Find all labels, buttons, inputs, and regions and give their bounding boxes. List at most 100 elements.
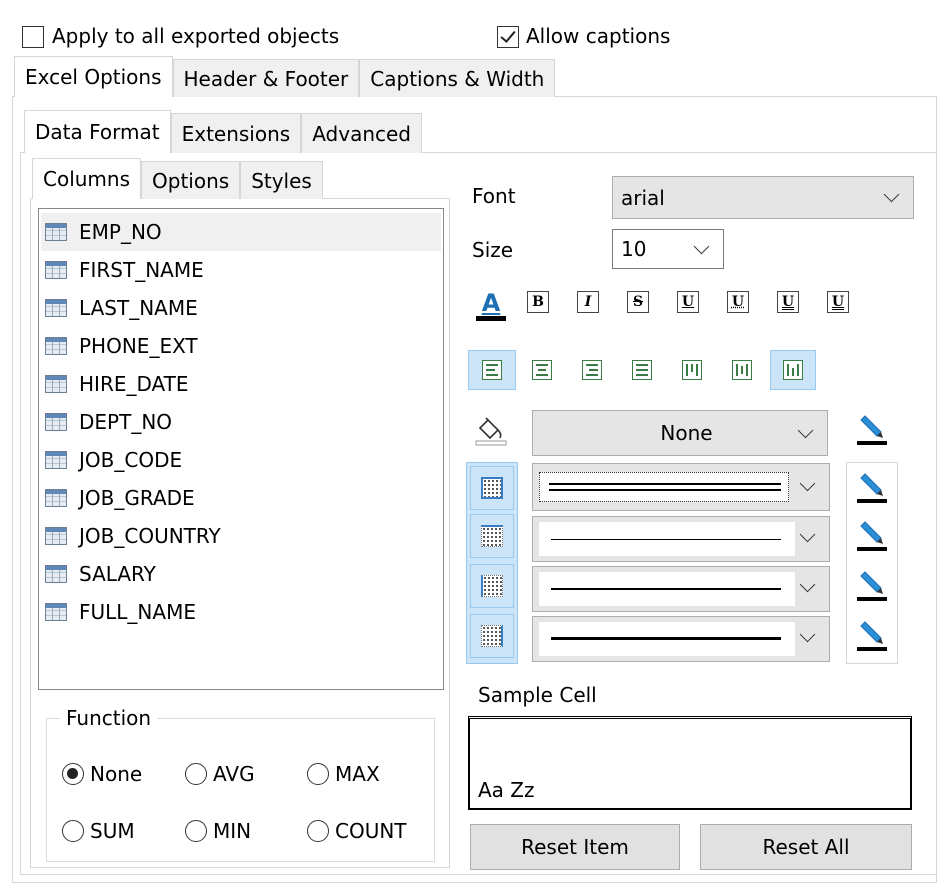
- table-column-icon: [45, 489, 67, 507]
- valign-bottom-button[interactable]: [770, 350, 816, 390]
- tab-styles[interactable]: Styles: [240, 161, 323, 199]
- radio-avg[interactable]: [185, 763, 207, 785]
- list-item[interactable]: HIRE_DATE: [41, 365, 441, 403]
- border-style-select-4[interactable]: [532, 616, 830, 662]
- valign-top-button[interactable]: [678, 356, 706, 384]
- border-right-button[interactable]: [470, 614, 514, 658]
- chevron-down-icon: [799, 526, 816, 543]
- table-column-icon: [45, 603, 67, 621]
- list-item[interactable]: FULL_NAME: [41, 593, 441, 631]
- align-justify-button[interactable]: [628, 356, 656, 384]
- tab-extensions[interactable]: Extensions: [170, 113, 302, 153]
- radio-max-label: MAX: [335, 762, 380, 786]
- border-left-button[interactable]: [470, 564, 514, 608]
- strikethrough-button[interactable]: S: [624, 288, 652, 316]
- columns-list[interactable]: EMP_NO FIRST_NAME LAST_NAME PHONE_EXT HI…: [38, 208, 444, 690]
- italic-button[interactable]: I: [574, 288, 602, 316]
- list-item[interactable]: SALARY: [41, 555, 441, 593]
- table-column-icon: [45, 299, 67, 317]
- double-underline-button[interactable]: U: [774, 288, 802, 316]
- tab-advanced[interactable]: Advanced: [301, 113, 422, 153]
- tab-captions-width[interactable]: Captions & Width: [359, 59, 556, 97]
- apply-all-checkbox[interactable]: [22, 26, 44, 48]
- font-color-icon: A: [481, 288, 501, 317]
- main-tabs: Excel Options Header & Footer Captions &…: [14, 56, 556, 97]
- table-column-icon: [45, 565, 67, 583]
- tab-data-format[interactable]: Data Format: [24, 110, 171, 153]
- font-color-button[interactable]: A: [474, 286, 508, 324]
- align-right-button[interactable]: [578, 356, 606, 384]
- tab-header-footer[interactable]: Header & Footer: [172, 59, 360, 97]
- radio-none[interactable]: [62, 763, 84, 785]
- font-color-bar: [476, 315, 506, 321]
- thin-line-sample: [551, 539, 781, 540]
- tab-options[interactable]: Options: [141, 161, 241, 199]
- align-justify-icon: [632, 360, 652, 380]
- radio-min-label: MIN: [213, 819, 252, 843]
- list-item[interactable]: JOB_CODE: [41, 441, 441, 479]
- border-style-sample-1: [539, 472, 789, 502]
- size-select[interactable]: 10: [612, 229, 724, 269]
- function-group-title: Function: [60, 706, 158, 730]
- allow-captions-label: Allow captions: [526, 24, 671, 48]
- tab-excel-options[interactable]: Excel Options: [14, 56, 173, 97]
- pen-color-icon[interactable]: [855, 412, 889, 446]
- border-top-icon: [481, 525, 503, 547]
- align-center-button[interactable]: [528, 356, 556, 384]
- radio-avg-label: AVG: [213, 762, 255, 786]
- table-column-icon: [45, 451, 67, 469]
- pen-color-icon[interactable]: [855, 618, 889, 652]
- border-style-select-3[interactable]: [532, 566, 830, 612]
- border-all-icon: [481, 477, 503, 499]
- radio-max[interactable]: [307, 763, 329, 785]
- radio-count[interactable]: [307, 820, 329, 842]
- underline-accounting-button[interactable]: U: [724, 288, 752, 316]
- valign-center-icon: [732, 360, 752, 380]
- table-column-icon: [45, 375, 67, 393]
- list-item[interactable]: PHONE_EXT: [41, 327, 441, 365]
- fill-bucket-icon: [475, 417, 507, 446]
- chevron-down-icon: [799, 626, 816, 643]
- table-column-icon: [45, 527, 67, 545]
- list-item[interactable]: FIRST_NAME: [41, 251, 441, 289]
- radio-min[interactable]: [185, 820, 207, 842]
- allow-captions-checkbox[interactable]: [497, 26, 519, 48]
- font-label: Font: [472, 184, 516, 208]
- list-item[interactable]: LAST_NAME: [41, 289, 441, 327]
- list-item[interactable]: EMP_NO: [41, 213, 441, 251]
- double-line-sample-2: [549, 489, 781, 491]
- border-right-icon: [481, 625, 503, 647]
- fill-color-select[interactable]: None: [532, 410, 828, 456]
- reset-item-button[interactable]: Reset Item: [470, 824, 680, 870]
- double-underline-accounting-button[interactable]: U: [824, 288, 852, 316]
- border-all-button[interactable]: [470, 466, 514, 510]
- font-select[interactable]: arial: [612, 176, 914, 219]
- reset-all-button[interactable]: Reset All: [700, 824, 912, 870]
- size-label: Size: [472, 238, 514, 262]
- thick-line-sample: [551, 637, 781, 640]
- apply-all-label: Apply to all exported objects: [52, 24, 340, 48]
- pen-color-icon[interactable]: [855, 470, 889, 504]
- underline-button[interactable]: U: [674, 288, 702, 316]
- pen-color-icon[interactable]: [855, 568, 889, 602]
- border-top-button[interactable]: [470, 514, 514, 558]
- chevron-down-icon: [799, 576, 816, 593]
- chevron-down-icon: [693, 238, 710, 254]
- bold-button[interactable]: B: [524, 288, 552, 316]
- valign-center-button[interactable]: [728, 356, 756, 384]
- sub-tabs: Data Format Extensions Advanced: [24, 110, 422, 153]
- radio-sum[interactable]: [62, 820, 84, 842]
- tab-columns[interactable]: Columns: [32, 158, 142, 199]
- pen-color-icon[interactable]: [855, 518, 889, 552]
- list-item[interactable]: JOB_GRADE: [41, 479, 441, 517]
- font-select-value: arial: [621, 185, 665, 210]
- italic-icon: I: [577, 291, 599, 313]
- strikethrough-icon: S: [627, 291, 649, 313]
- list-item[interactable]: JOB_COUNTRY: [41, 517, 441, 555]
- list-item[interactable]: DEPT_NO: [41, 403, 441, 441]
- radio-count-label: COUNT: [335, 819, 407, 843]
- chevron-down-icon: [797, 422, 814, 438]
- border-style-select-2[interactable]: [532, 516, 830, 562]
- border-style-select-1[interactable]: [532, 463, 830, 511]
- align-left-button[interactable]: [468, 350, 516, 390]
